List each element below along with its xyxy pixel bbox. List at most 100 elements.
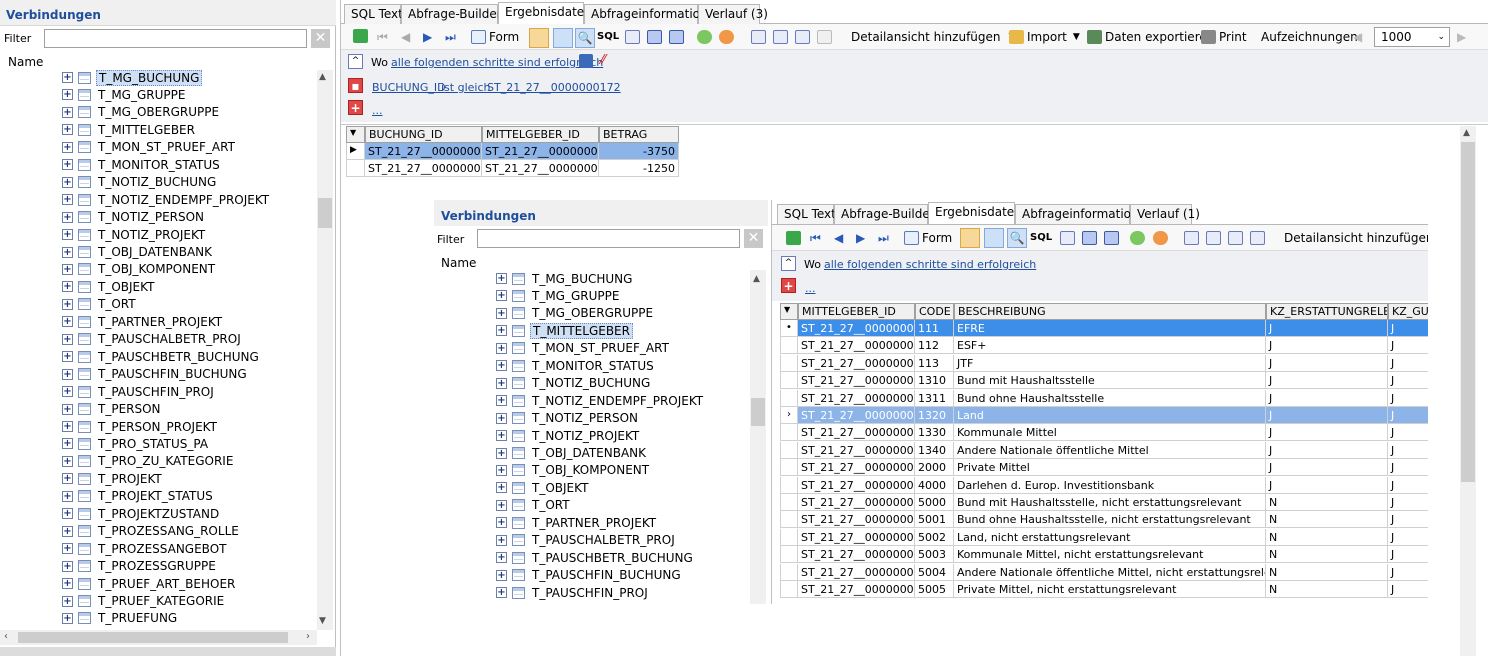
grid-cell[interactable]: ST_21_27__0000000001 xyxy=(482,143,599,160)
expand-icon[interactable]: + xyxy=(62,508,73,520)
expand-icon[interactable]: + xyxy=(62,89,73,101)
scroll-thumb[interactable] xyxy=(318,198,332,228)
column-header[interactable]: CODE xyxy=(915,303,954,320)
tree-item[interactable]: + T_PAUSCHFIN_PROJ xyxy=(62,383,216,400)
grid-cell[interactable]: J xyxy=(1266,424,1388,442)
search-icon[interactable]: 🔍 xyxy=(575,28,595,48)
expand-icon[interactable]: + xyxy=(62,159,73,171)
grid-cell[interactable]: Kommunale Mittel, nicht erstattungsrelev… xyxy=(954,546,1266,564)
tree-item[interactable]: + T_PROJEKT_STATUS xyxy=(62,488,215,505)
expand-icon[interactable]: + xyxy=(62,403,73,415)
grid-cell[interactable]: N xyxy=(1266,546,1388,564)
next-record-button[interactable]: ▶ xyxy=(423,30,432,44)
expand-icon[interactable]: + xyxy=(62,72,73,83)
row-indicator[interactable]: • xyxy=(780,320,798,337)
tree-item[interactable]: + T_MON_ST_PRUEF_ART xyxy=(62,139,237,156)
grid-cell[interactable]: Land xyxy=(954,407,1266,424)
refresh-button[interactable] xyxy=(353,29,371,43)
grid-cell[interactable]: ST_21_27__0000000011 xyxy=(798,494,915,511)
expand-icon[interactable]: + xyxy=(496,534,507,546)
tree-item[interactable]: + T_NOTIZ_BUCHUNG xyxy=(496,375,652,392)
tree-item[interactable]: + T_OBJEKT xyxy=(62,278,156,295)
add-condition-icon[interactable]: + xyxy=(348,100,363,115)
grid-cell[interactable]: J xyxy=(1388,320,1428,337)
grid-cell[interactable]: J xyxy=(1388,494,1428,511)
column-header[interactable]: KZ_ERSTATTUNGRELEV xyxy=(1266,303,1388,320)
tree-item[interactable]: + T_PAUSCHBETR_BUCHUNG xyxy=(62,348,261,365)
row-indicator[interactable]: › xyxy=(780,407,798,424)
tree-item[interactable]: + T_PAUSCHFIN_BUCHUNG xyxy=(62,366,249,383)
grid-cell[interactable]: 1311 xyxy=(915,389,954,407)
grid-cell[interactable]: EFRE xyxy=(954,320,1266,337)
tree-item[interactable]: + T_OBJ_KOMPONENT xyxy=(62,261,217,278)
expand-icon[interactable]: + xyxy=(496,273,507,284)
import-dropdown[interactable]: Import ▼ xyxy=(1009,30,1080,44)
condition-op-link[interactable]: ist gleich xyxy=(441,81,490,94)
row-indicator[interactable] xyxy=(780,459,798,477)
expand-icon[interactable]: + xyxy=(496,412,507,424)
grid-cell[interactable]: 5000 xyxy=(915,494,954,511)
expand-icon[interactable]: + xyxy=(496,587,507,599)
toolbar-icon-2[interactable] xyxy=(1082,231,1100,245)
grid-corner-chevron[interactable]: ▼ xyxy=(346,126,365,143)
inner-form-button[interactable]: Form xyxy=(904,231,952,245)
grid-cell[interactable]: ESF+ xyxy=(954,337,1266,355)
splitter-bar[interactable] xyxy=(0,647,336,656)
tree-item[interactable]: + T_PROJEKT xyxy=(62,470,164,487)
inner-vertical-scrollbar[interactable] xyxy=(750,270,766,604)
grid-cell[interactable]: ST_21_27__0000000014 xyxy=(798,546,915,564)
grid-cell[interactable]: J xyxy=(1388,459,1428,477)
inner-filter-toggle[interactable] xyxy=(960,228,980,248)
toolbar-icon-5[interactable] xyxy=(1206,231,1224,245)
tree-item[interactable]: + T_MG_OBERGRUPPE xyxy=(496,305,655,322)
expand-icon[interactable]: + xyxy=(496,517,507,529)
tree-item[interactable]: + T_PERSON_PROJEKT xyxy=(62,418,219,435)
grid-cell[interactable]: N xyxy=(1266,494,1388,511)
zoom-in-icon[interactable] xyxy=(697,30,715,44)
grid-cell[interactable]: J xyxy=(1388,372,1428,390)
grid-cell[interactable]: N xyxy=(1266,511,1388,529)
expand-icon[interactable]: + xyxy=(62,368,73,380)
grid-cell[interactable]: -1250 xyxy=(599,160,679,177)
row-indicator[interactable] xyxy=(780,337,798,355)
toolbar-icon-4[interactable] xyxy=(751,30,769,44)
tab-0[interactable]: SQL Text xyxy=(777,204,836,224)
inner-first-button[interactable]: ⏮ xyxy=(810,231,821,246)
column-header[interactable]: KZ_GUE xyxy=(1388,303,1428,320)
filter-input[interactable] xyxy=(44,29,307,48)
expand-icon[interactable]: + xyxy=(62,229,73,241)
records-select[interactable]: 1000 ⌄ xyxy=(1374,27,1450,47)
toolbar-icon-7[interactable] xyxy=(1250,231,1268,245)
column-header[interactable]: BETRAG xyxy=(599,126,679,143)
grid-cell[interactable]: Andere Nationale öffentliche Mittel, nic… xyxy=(954,563,1266,581)
vertical-scrollbar[interactable] xyxy=(317,70,333,630)
expand-icon[interactable]: + xyxy=(62,490,73,502)
tree-item[interactable]: + T_NOTIZ_PROJEKT xyxy=(496,427,641,444)
grid-cell[interactable]: J xyxy=(1388,337,1428,355)
search-icon[interactable]: 🔍 xyxy=(1007,228,1027,248)
expand-icon[interactable]: + xyxy=(496,569,507,581)
grid-cell[interactable]: Bund ohne Haushaltsstelle, nicht erstatt… xyxy=(954,511,1266,529)
tree-item[interactable]: + T_ORT xyxy=(62,296,138,313)
grid-cell[interactable]: ST_21_27__0000000003 xyxy=(798,354,915,372)
tree-item[interactable]: + T_PARTNER_PROJEKT xyxy=(62,313,224,330)
inner-scroll-thumb[interactable] xyxy=(751,398,765,426)
tree-item[interactable]: + T_PARTNER_PROJEKT xyxy=(496,514,658,531)
grid-cell[interactable]: J xyxy=(1388,564,1428,581)
tab-3[interactable]: Abfrageinformation xyxy=(584,4,708,24)
tree-item[interactable]: + T_MITTELGEBER xyxy=(62,121,197,138)
toolbar-icon-1[interactable] xyxy=(625,30,643,44)
tree-item[interactable]: + T_NOTIZ_PERSON xyxy=(62,209,206,226)
inner-clear-filter-icon[interactable]: ✕ xyxy=(744,229,763,248)
grid-cell[interactable]: ST_21_27__0000000004 xyxy=(798,372,915,390)
tree-item[interactable]: + T_NOTIZ_BUCHUNG xyxy=(62,174,218,191)
row-indicator[interactable] xyxy=(780,511,798,529)
expand-icon[interactable]: + xyxy=(496,464,507,476)
tree-item[interactable]: + T_PRUEF_ART_BEHOER xyxy=(62,575,237,592)
tab-3[interactable]: Abfrageinformation xyxy=(1015,204,1139,224)
row-indicator[interactable] xyxy=(780,581,798,598)
grid-cell[interactable]: Bund mit Haushaltsstelle xyxy=(954,372,1266,390)
tree-item[interactable]: + T_MG_BUCHUNG xyxy=(496,270,634,287)
tree-item[interactable]: + T_OBJ_DATENBANK xyxy=(496,445,648,462)
tab-0[interactable]: SQL Text xyxy=(344,4,403,24)
